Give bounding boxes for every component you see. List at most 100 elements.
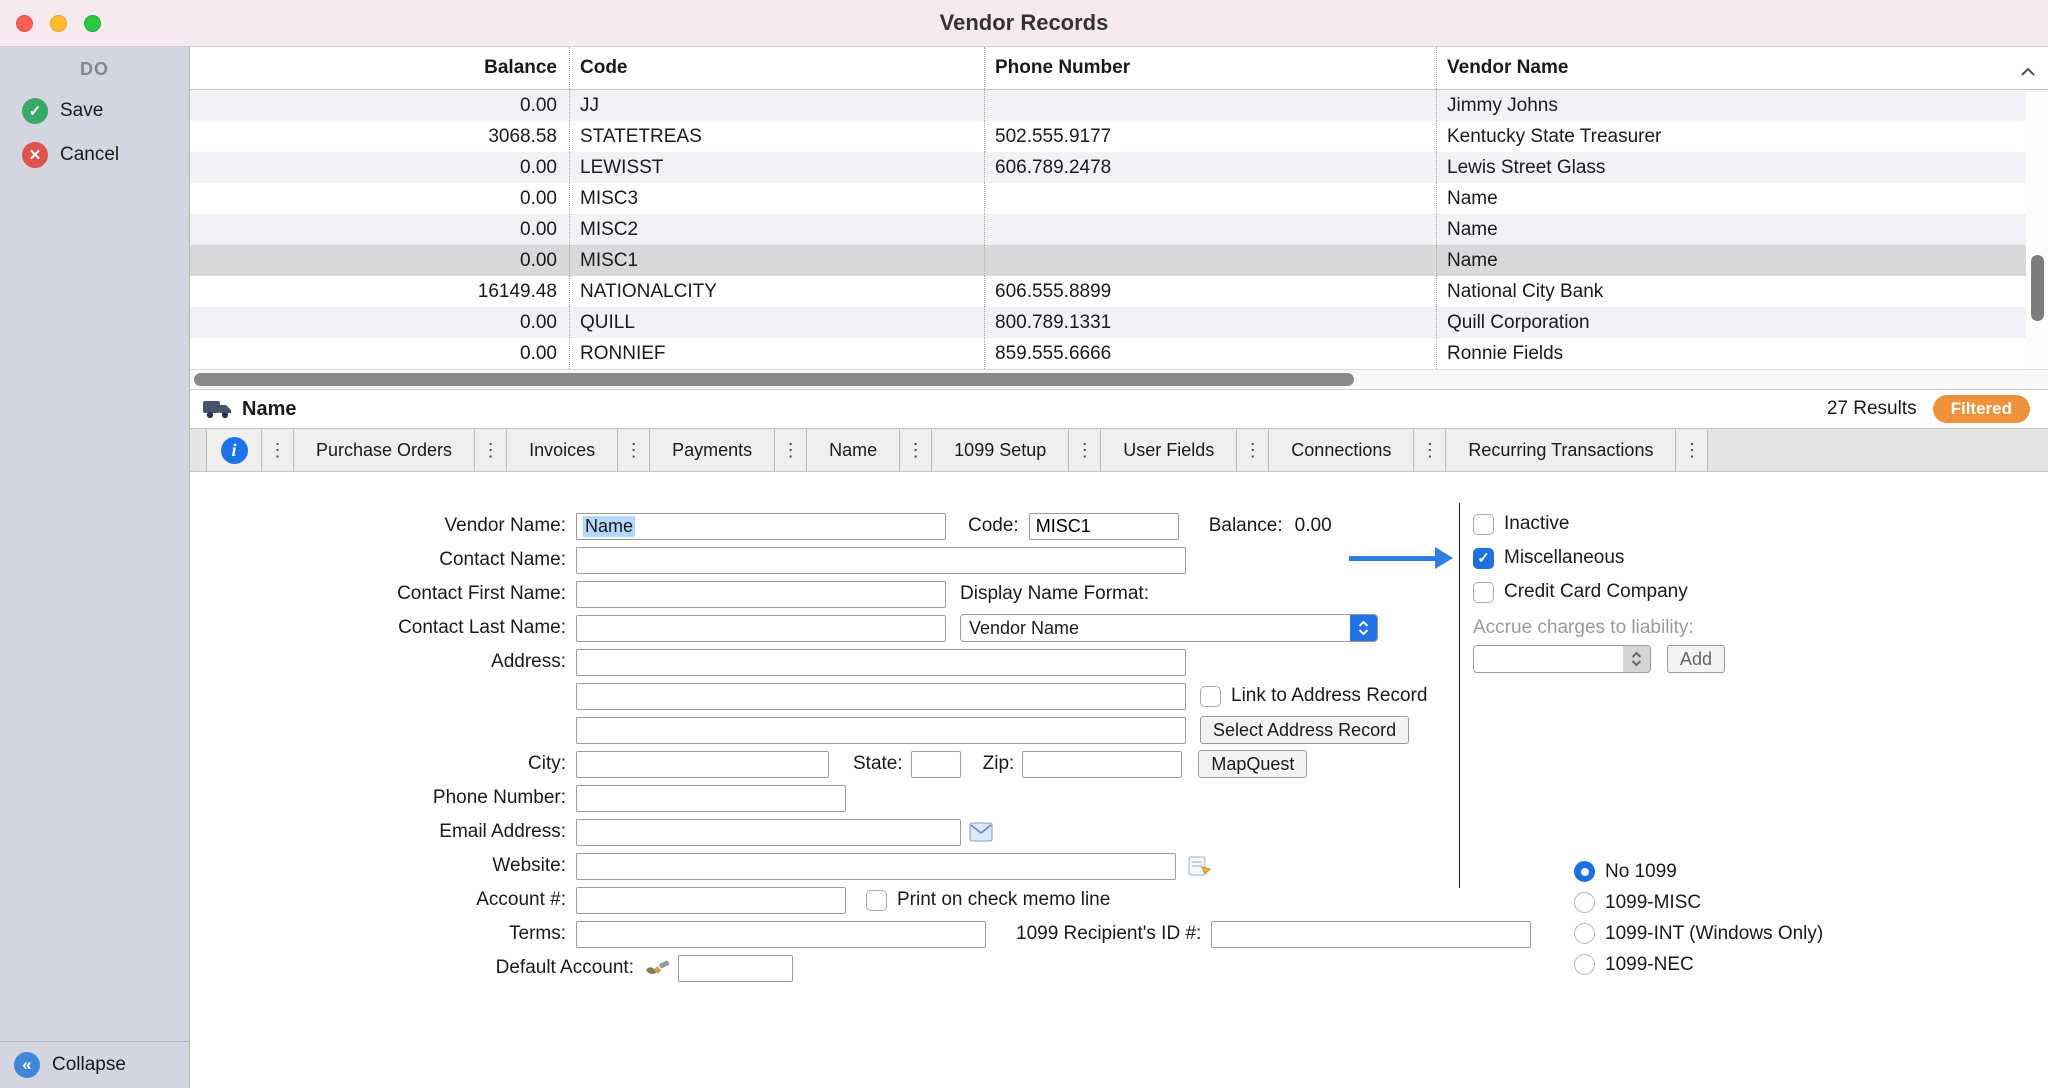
account-number-input[interactable] xyxy=(576,887,846,914)
column-header-phone[interactable]: Phone Number xyxy=(985,47,1437,89)
radio-button-selected xyxy=(1574,861,1595,882)
zip-input[interactable] xyxy=(1022,751,1182,778)
vertical-scrollbar-thumb[interactable] xyxy=(2031,255,2044,321)
horizontal-scrollbar[interactable] xyxy=(190,369,2048,390)
cancel-button[interactable]: ✕ Cancel xyxy=(0,133,189,177)
email-address-input[interactable] xyxy=(576,819,961,846)
table-row[interactable]: 0.00 RONNIEF 859.555.6666 Ronnie Fields xyxy=(190,338,2048,369)
radio-no-1099[interactable]: No 1099 xyxy=(1574,856,1823,887)
tab-invoices[interactable]: Invoices xyxy=(507,429,618,471)
code-input[interactable] xyxy=(1029,513,1179,540)
cell-balance: 0.00 xyxy=(190,338,570,369)
tab-recurring-transactions[interactable]: Recurring Transactions xyxy=(1446,429,1676,471)
radio-1099-misc[interactable]: 1099-MISC xyxy=(1574,887,1823,918)
website-icon[interactable] xyxy=(1188,855,1212,877)
cell-balance: 0.00 xyxy=(190,214,570,245)
contact-first-name-input[interactable] xyxy=(576,581,946,608)
horizontal-scrollbar-thumb[interactable] xyxy=(194,373,1354,386)
cancel-label: Cancel xyxy=(60,144,119,166)
contact-name-input[interactable] xyxy=(576,547,1186,574)
checkbox-box xyxy=(1473,582,1494,603)
column-header-balance[interactable]: Balance xyxy=(190,47,570,89)
checkbox-label: Miscellaneous xyxy=(1504,547,1624,569)
vertical-scrollbar[interactable] xyxy=(2026,90,2048,369)
tab-connections[interactable]: Connections xyxy=(1269,429,1414,471)
checkbox-box xyxy=(866,890,887,911)
website-label: Website: xyxy=(198,855,576,877)
accrue-liability-label: Accrue charges to liability: xyxy=(1473,615,2048,641)
address-line1-input[interactable] xyxy=(576,649,1186,676)
table-row[interactable]: 0.00 MISC3 Name xyxy=(190,183,2048,214)
minimize-button[interactable] xyxy=(50,15,67,32)
table-row-selected[interactable]: 0.00 MISC1 Name xyxy=(190,245,2048,276)
vendor-truck-icon xyxy=(202,398,232,420)
vendor-name-input[interactable]: Name xyxy=(576,513,946,540)
table-row[interactable]: 16149.48 NATIONALCITY 606.555.8899 Natio… xyxy=(190,276,2048,307)
close-button[interactable] xyxy=(16,15,33,32)
mapquest-button[interactable]: MapQuest xyxy=(1198,750,1307,778)
sort-chevron-up-icon[interactable] xyxy=(2020,61,2036,83)
tab-label: Invoices xyxy=(529,440,595,461)
table-row[interactable]: 3068.58 STATETREAS 502.555.9177 Kentucky… xyxy=(190,121,2048,152)
default-account-input[interactable] xyxy=(678,955,793,982)
address-line2-input[interactable] xyxy=(576,683,1186,710)
address-line3-input[interactable] xyxy=(576,717,1186,744)
cell-code: NATIONALCITY xyxy=(570,276,985,307)
filtered-badge[interactable]: Filtered xyxy=(1933,395,2030,423)
vendor-table-header: Balance Code Phone Number Vendor Name xyxy=(190,47,2048,90)
save-label: Save xyxy=(60,100,103,122)
miscellaneous-checkbox[interactable]: Miscellaneous xyxy=(1473,541,2048,575)
accrue-liability-select[interactable] xyxy=(1473,645,1651,673)
tab-menu-icon[interactable]: ⋮ xyxy=(475,429,507,471)
tab-name[interactable]: Name xyxy=(807,429,900,471)
cell-name: Name xyxy=(1437,183,2048,214)
info-tab[interactable]: i xyxy=(206,429,262,471)
table-row[interactable]: 0.00 QUILL 800.789.1331 Quill Corporatio… xyxy=(190,307,2048,338)
tab-menu-icon[interactable]: ⋮ xyxy=(1414,429,1446,471)
column-header-vendor-name[interactable]: Vendor Name xyxy=(1437,47,2048,89)
tab-payments[interactable]: Payments xyxy=(650,429,775,471)
tab-user-fields[interactable]: User Fields xyxy=(1101,429,1237,471)
cell-name: Kentucky State Treasurer xyxy=(1437,121,2048,152)
website-input[interactable] xyxy=(576,853,1176,880)
zoom-button[interactable] xyxy=(84,15,101,32)
collapse-chevrons-icon: « xyxy=(14,1052,40,1078)
add-button[interactable]: Add xyxy=(1667,645,1725,673)
tab-menu-icon[interactable]: ⋮ xyxy=(262,429,294,471)
traffic-lights xyxy=(16,15,101,32)
state-input[interactable] xyxy=(911,751,961,778)
select-address-record-button[interactable]: Select Address Record xyxy=(1200,716,1409,744)
link-to-address-checkbox[interactable]: Link to Address Record xyxy=(1200,679,1427,713)
email-address-label: Email Address: xyxy=(198,821,576,843)
terms-input[interactable] xyxy=(576,921,986,948)
phone-number-input[interactable] xyxy=(576,785,846,812)
email-icon[interactable] xyxy=(969,822,993,842)
phone-number-label: Phone Number: xyxy=(198,787,576,809)
tab-menu-icon[interactable]: ⋮ xyxy=(1237,429,1269,471)
tab-1099-setup[interactable]: 1099 Setup xyxy=(932,429,1069,471)
tab-menu-icon[interactable]: ⋮ xyxy=(900,429,932,471)
tab-menu-icon[interactable]: ⋮ xyxy=(775,429,807,471)
table-row[interactable]: 0.00 LEWISST 606.789.2478 Lewis Street G… xyxy=(190,152,2048,183)
tab-menu-icon[interactable]: ⋮ xyxy=(1676,429,1708,471)
tab-menu-icon[interactable]: ⋮ xyxy=(618,429,650,471)
cell-balance: 0.00 xyxy=(190,90,570,121)
tab-purchase-orders[interactable]: Purchase Orders xyxy=(294,429,475,471)
inactive-checkbox[interactable]: Inactive xyxy=(1473,507,2048,541)
display-name-format-select[interactable]: Vendor Name xyxy=(960,614,1378,642)
tab-menu-icon[interactable]: ⋮ xyxy=(1069,429,1101,471)
checkbox-label: Inactive xyxy=(1504,513,1569,535)
save-button[interactable]: ✓ Save xyxy=(0,89,189,133)
radio-label: No 1099 xyxy=(1605,861,1677,883)
credit-card-company-checkbox[interactable]: Credit Card Company xyxy=(1473,575,2048,609)
account-brush-icon[interactable] xyxy=(644,958,670,978)
table-row[interactable]: 0.00 JJ Jimmy Johns xyxy=(190,90,2048,121)
contact-last-name-input[interactable] xyxy=(576,615,946,642)
column-header-code[interactable]: Code xyxy=(570,47,985,89)
collapse-button[interactable]: « Collapse xyxy=(0,1041,189,1088)
city-input[interactable] xyxy=(576,751,829,778)
table-row[interactable]: 0.00 MISC2 Name xyxy=(190,214,2048,245)
radio-1099-int[interactable]: 1099-INT (Windows Only) xyxy=(1574,918,1823,949)
print-on-memo-checkbox[interactable]: Print on check memo line xyxy=(866,883,1110,917)
radio-1099-nec[interactable]: 1099-NEC xyxy=(1574,949,1823,980)
